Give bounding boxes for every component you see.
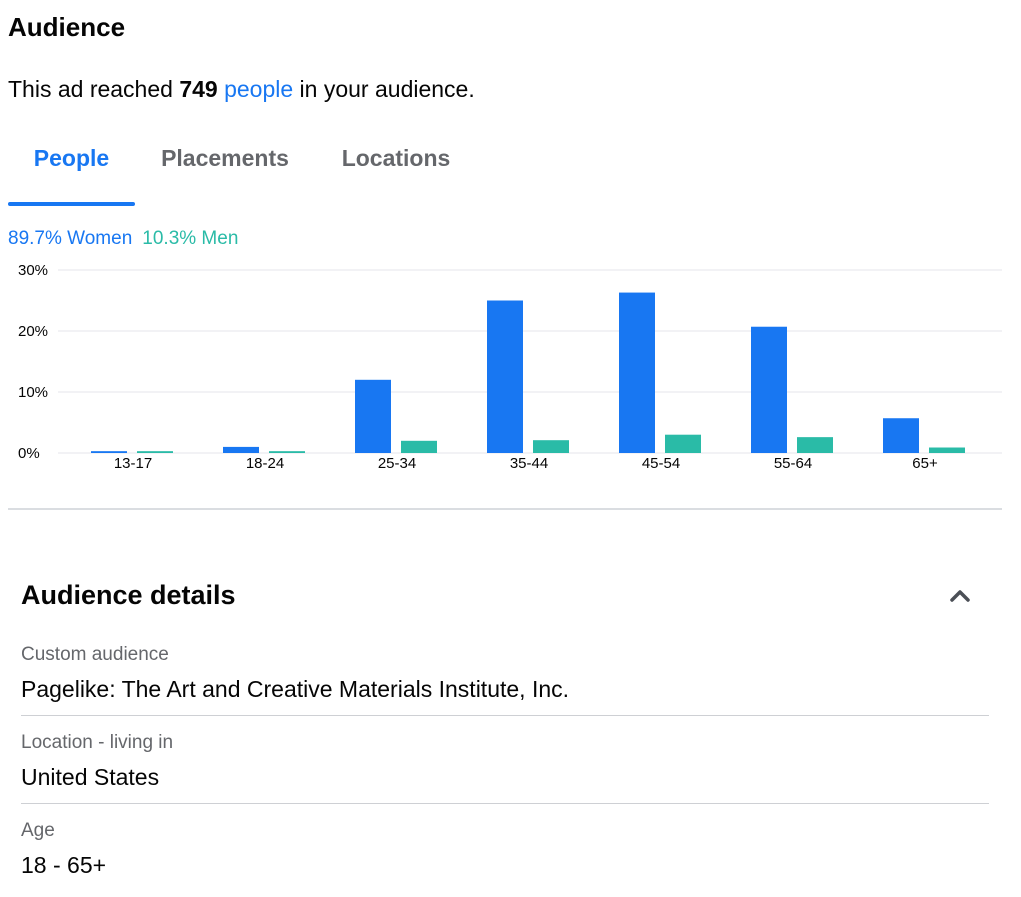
women-bar (487, 300, 523, 453)
men-bar (665, 434, 701, 453)
detail-label: Custom audience (21, 644, 169, 665)
detail-value: United States (21, 764, 160, 790)
detail-divider (21, 715, 989, 716)
y-tick-label: 30% (18, 262, 48, 279)
women-bar (883, 418, 919, 453)
audience-details-title: Audience details (21, 580, 236, 610)
men-bar (269, 451, 305, 453)
x-tick-label: 18-24 (246, 455, 284, 472)
women-bar (751, 326, 787, 453)
y-tick-label: 10% (18, 384, 48, 401)
section-title: Audience (8, 12, 126, 42)
chevron-up-icon (950, 590, 970, 602)
x-tick-label: 65+ (912, 455, 938, 472)
detail-label: Location - living in (21, 732, 174, 753)
men-bar (797, 437, 833, 453)
x-tick-label: 13-17 (114, 455, 152, 472)
y-tick-label: 0% (18, 445, 40, 462)
detail-age: Age 18 - 65+ (21, 820, 989, 879)
section-divider (8, 508, 1002, 510)
detail-custom-audience: Custom audience Pagelike: The Art and Cr… (21, 644, 989, 716)
x-tick-label: 35-44 (510, 455, 548, 472)
summary-suffix: in your audience. (293, 76, 475, 102)
detail-value: 18 - 65+ (21, 852, 107, 878)
tab-people[interactable]: People (8, 130, 135, 206)
y-tick-label: 20% (18, 323, 48, 340)
men-percentage: 10.3% Men (142, 228, 239, 249)
audience-tabs: People Placements Locations (8, 130, 1008, 206)
x-tick-label: 25-34 (378, 455, 416, 472)
men-bar (533, 440, 569, 453)
detail-divider (21, 803, 989, 804)
gender-split: 89.7% Women 10.3% Men (8, 228, 238, 250)
summary-prefix: This ad reached (8, 76, 180, 102)
detail-value: Pagelike: The Art and Creative Materials… (21, 676, 570, 702)
people-link[interactable]: people (224, 76, 293, 102)
women-bar (355, 379, 391, 453)
reach-count: 749 (179, 76, 218, 102)
detail-location: Location - living in United States (21, 732, 989, 804)
women-bar (223, 446, 259, 453)
age-gender-bar-chart: 0% 10% 20% 30% 13-17 18-24 25-34 35-44 45-54 55-6… (18, 262, 1002, 472)
men-bar (401, 440, 437, 453)
tab-placements[interactable]: Placements (150, 130, 300, 206)
men-bar (137, 451, 173, 453)
reach-summary: This ad reached 749 people in your audie… (8, 76, 475, 103)
x-tick-label: 55-64 (774, 455, 812, 472)
detail-label: Age (21, 820, 55, 841)
women-bar (91, 451, 127, 453)
women-percentage: 89.7% Women (8, 228, 133, 249)
tab-locations[interactable]: Locations (330, 130, 462, 206)
women-bar (619, 292, 655, 453)
x-tick-label: 45-54 (642, 455, 680, 472)
active-tab-indicator (8, 202, 135, 206)
men-bar (929, 447, 965, 453)
collapse-details-button[interactable] (944, 580, 976, 612)
